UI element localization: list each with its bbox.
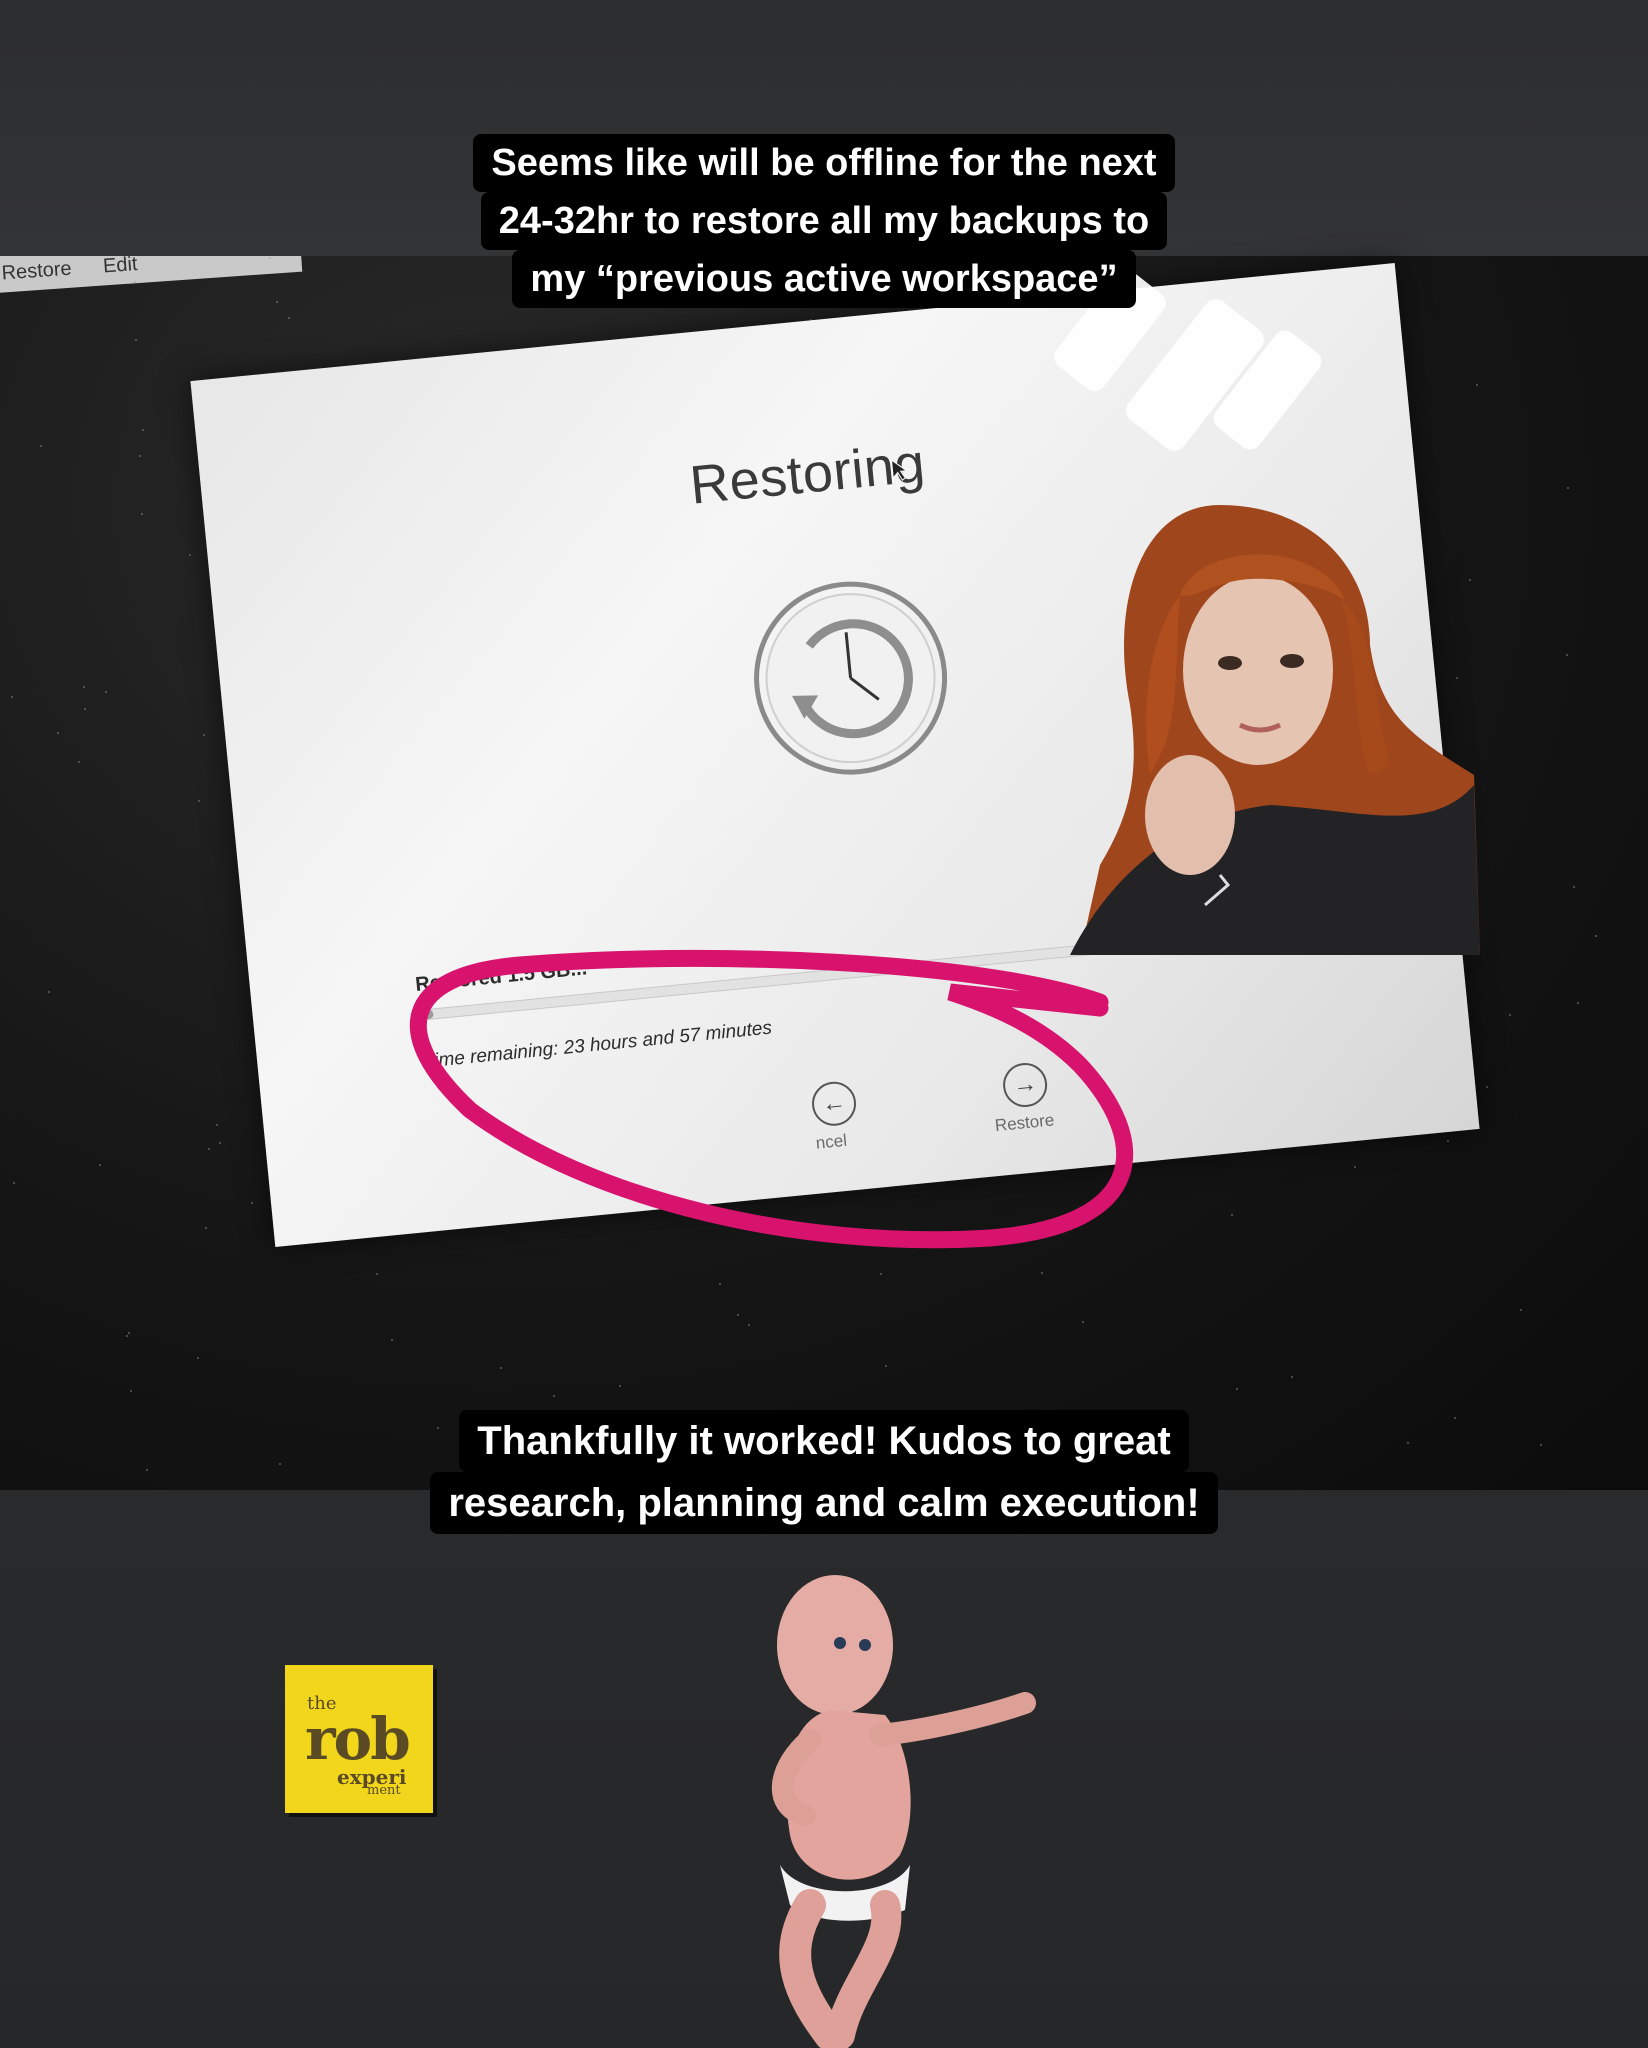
dust-speck	[1509, 1014, 1511, 1016]
dust-speck	[219, 1142, 221, 1144]
dust-speck	[198, 800, 200, 802]
mouse-cursor-icon	[890, 459, 908, 481]
dust-speck	[208, 1148, 210, 1150]
progress-fill	[418, 1009, 435, 1020]
dust-speck	[57, 732, 59, 734]
dust-speck	[376, 1273, 378, 1275]
dust-speck	[748, 1324, 750, 1326]
dust-speck	[78, 761, 80, 763]
dust-speck	[197, 1357, 199, 1359]
dust-speck	[40, 445, 42, 447]
dust-speck	[1476, 384, 1478, 386]
time-machine-clock-icon	[754, 581, 948, 775]
caption-top: Seems like will be offline for the next …	[0, 134, 1648, 308]
dust-speck	[1231, 1214, 1233, 1216]
dust-speck	[1354, 1166, 1356, 1168]
dust-speck	[719, 1283, 721, 1285]
dust-speck	[553, 1395, 555, 1397]
dust-speck	[880, 1273, 882, 1275]
dust-speck	[216, 1124, 218, 1126]
caption-top-line-3: my “previous active workspace”	[512, 250, 1136, 308]
caption-top-line-2: 24-32hr to restore all my backups to	[480, 192, 1168, 250]
dust-speck	[84, 708, 86, 710]
dust-speck	[737, 1314, 739, 1316]
dust-speck	[1447, 1140, 1449, 1142]
forward-arrow-icon[interactable]: →	[1001, 1060, 1050, 1110]
dust-speck	[11, 696, 13, 698]
dust-speck	[135, 339, 137, 341]
dust-speck	[1291, 1376, 1293, 1378]
dust-speck	[141, 513, 143, 515]
dust-speck	[205, 1227, 207, 1229]
dust-speck	[1566, 654, 1568, 656]
dancing-baby-sticker	[771, 1575, 1036, 2048]
person-sticker	[1070, 505, 1480, 955]
dust-speck	[1577, 1002, 1579, 1004]
dust-speck	[251, 1202, 253, 1204]
caption-top-line-1: Seems like will be offline for the next	[473, 134, 1175, 192]
dust-speck	[1236, 1388, 1238, 1390]
caption-bottom: Thankfully it worked! Kudos to great res…	[0, 1410, 1648, 1534]
restore-status: Restored 1.5 GB...	[414, 957, 588, 996]
dust-speck	[1082, 1321, 1084, 1323]
dust-speck	[1567, 487, 1569, 489]
dust-speck	[500, 1367, 502, 1369]
dust-speck	[1520, 1309, 1522, 1311]
time-remaining: Time remaining: 23 hours and 57 minutes	[421, 1017, 773, 1073]
logo-rob: rob	[305, 1705, 411, 1773]
dust-speck	[99, 1164, 101, 1166]
dust-speck	[391, 1339, 393, 1341]
dust-speck	[1486, 1086, 1488, 1088]
dust-speck	[619, 1385, 621, 1387]
logo-ment: ment	[367, 1783, 401, 1798]
dust-speck	[48, 991, 50, 993]
restore-label[interactable]: Restore	[994, 1110, 1055, 1136]
dust-speck	[203, 734, 205, 736]
dust-speck	[13, 1182, 15, 1184]
back-arrow-icon[interactable]: ←	[809, 1079, 859, 1128]
dust-speck	[130, 1390, 132, 1392]
dust-speck	[105, 691, 107, 693]
cancel-label[interactable]: ncel	[815, 1131, 848, 1154]
rob-experiment-logo: the rob experi ment	[285, 1665, 433, 1813]
dust-speck	[128, 1332, 130, 1334]
dust-speck	[885, 1365, 887, 1367]
dust-speck	[142, 429, 144, 431]
caption-bottom-line-2: research, planning and calm execution!	[430, 1472, 1218, 1534]
dust-speck	[1573, 886, 1575, 888]
caption-bottom-line-1: Thankfully it worked! Kudos to great	[459, 1410, 1189, 1472]
dust-speck	[288, 317, 290, 319]
dust-speck	[83, 686, 85, 688]
dust-speck	[139, 455, 141, 457]
dust-speck	[126, 1335, 128, 1337]
dust-speck	[189, 554, 191, 556]
dust-speck	[1041, 1272, 1043, 1274]
dust-speck	[1595, 935, 1597, 937]
